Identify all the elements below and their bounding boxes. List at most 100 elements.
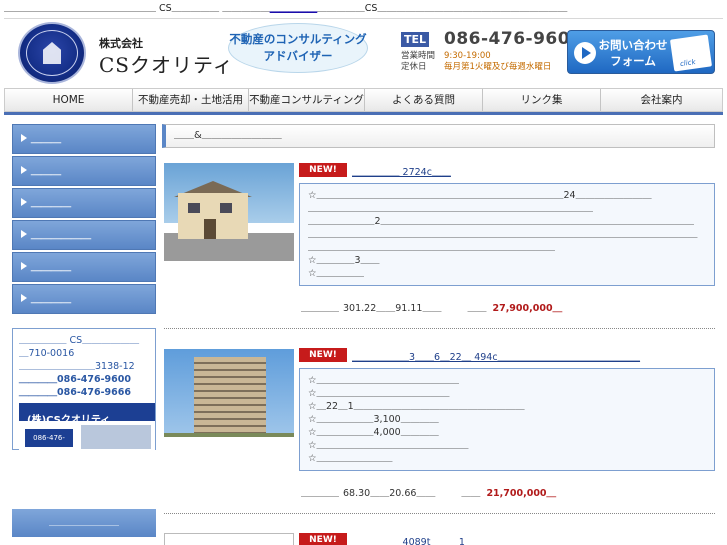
photo-window	[188, 203, 200, 213]
sidebar-bottom-button[interactable]: ＿＿＿＿＿＿＿	[12, 509, 156, 537]
nav-consulting[interactable]: 不動産コンサルティング	[249, 89, 365, 111]
nav-sale-land[interactable]: 不動産売却・土地活用	[133, 89, 249, 111]
contact-tel: ＿＿＿＿086-476-9600	[19, 374, 131, 385]
nav-faq[interactable]: よくある質問	[365, 89, 483, 111]
store-window	[81, 425, 151, 449]
photo-window	[220, 203, 232, 213]
listing-photo[interactable]	[164, 533, 294, 545]
photo-building	[194, 357, 266, 437]
listing-title[interactable]: ＿＿＿＿＿ 2724c＿＿	[352, 164, 451, 178]
hours-label-open: 営業時間	[401, 51, 436, 61]
arrow-right-icon	[21, 294, 27, 302]
desc-line: ☆＿＿＿＿＿＿4,000＿＿＿＿	[308, 427, 439, 438]
area-value: 68.30＿＿20.66＿＿	[343, 488, 436, 499]
new-badge: NEW!	[299, 348, 347, 362]
top-banner-text-before: ＿＿＿＿＿＿＿＿＿＿＿＿＿＿＿＿ CS＿＿＿＿＿ ＿＿＿＿＿	[4, 3, 270, 14]
listing-description: ☆＿＿＿＿＿＿＿＿＿＿＿＿＿＿＿ ☆＿＿＿＿＿＿＿＿＿＿＿＿＿＿ ☆＿22＿1＿…	[299, 368, 715, 471]
sidebar-item-5[interactable]: ＿＿＿＿	[12, 252, 156, 282]
area-value: 301.22＿＿91.11＿＿	[343, 303, 442, 314]
tel-number: 086-476-9600	[444, 29, 583, 49]
desc-line: ＿＿＿＿＿＿＿2＿＿＿＿＿＿＿＿＿＿＿＿＿＿＿＿＿＿＿＿＿＿＿＿＿＿＿＿＿＿＿＿…	[308, 216, 695, 227]
listing-price-row: ＿＿＿＿ 68.30＿＿20.66＿＿ ＿＿ 21,700,000＿	[301, 485, 556, 499]
top-banner-text: ＿＿＿＿＿＿＿＿＿＿＿＿＿＿＿＿ CS＿＿＿＿＿ ＿＿＿＿＿＿＿＿＿＿＿＿＿＿＿…	[4, 2, 724, 16]
sidebar-contact-box: ＿＿＿＿＿ CS＿＿＿＿＿＿ ＿710-0016 ＿＿＿＿＿＿＿＿3138-12…	[12, 328, 156, 451]
store-tel-sign: 086-476-9600	[25, 429, 73, 447]
play-arrow-icon	[574, 42, 596, 64]
hours-label-closed: 定休日	[401, 62, 427, 72]
listing-divider	[164, 513, 715, 514]
listing-title[interactable]: ＿＿＿＿＿ 4089t＿＿＿1＿＿	[352, 534, 484, 545]
price-label: ＿＿	[461, 488, 481, 499]
desc-line: ☆＿＿＿＿＿＿＿＿＿＿＿＿＿＿	[308, 388, 450, 399]
listing-divider	[164, 328, 715, 329]
listing-item: NEW! ＿＿＿＿＿ 4089t＿＿＿1＿＿	[164, 533, 715, 545]
company-seal-logo[interactable]	[18, 22, 86, 84]
photo-ground	[164, 433, 294, 437]
store-photo: (株)CSクオリティ 086-476-9600	[19, 403, 155, 451]
site-header: 株式会社 CSクオリティ 不動産のコンサルティング アドバイザー TEL 086…	[4, 18, 723, 86]
contact-form-button[interactable]: お問い合わせ フォーム click	[567, 30, 715, 74]
desc-line: ＿＿＿＿＿＿＿＿＿＿＿＿＿＿＿＿＿＿＿＿＿＿＿＿＿＿＿＿＿＿＿＿＿＿＿＿＿＿＿＿…	[308, 229, 698, 240]
desc-line: ☆＿＿＿＿＿＿＿＿	[308, 453, 393, 464]
contact-fax: ＿＿＿＿086-476-9666	[19, 387, 131, 398]
sidebar-item-1[interactable]: ＿＿＿	[12, 124, 156, 154]
sidebar-item-label: ＿＿＿＿	[31, 262, 71, 273]
desc-line: ☆＿＿＿＿＿＿＿＿＿＿＿＿＿＿＿＿＿＿＿＿＿＿＿＿＿＿24＿＿＿＿＿＿＿＿	[308, 190, 652, 201]
listing-description: ☆＿＿＿＿＿＿＿＿＿＿＿＿＿＿＿＿＿＿＿＿＿＿＿＿＿＿24＿＿＿＿＿＿＿＿ ＿＿…	[299, 183, 715, 286]
new-badge: NEW!	[299, 533, 347, 545]
store-sign: (株)CSクオリティ	[27, 415, 111, 426]
hours-values: 9:30-19:00 毎月第1火曜及び毎週水曜日	[444, 51, 551, 73]
contact-postal: ＿710-0016	[19, 348, 75, 359]
arrow-right-icon	[21, 198, 27, 206]
sidebar-menu: ＿＿＿ ＿＿＿ ＿＿＿＿ ＿＿＿＿＿＿ ＿＿＿＿ ＿＿＿＿	[12, 124, 156, 316]
contact-form-line2: フォーム	[610, 54, 656, 68]
hours-value-closed: 毎月第1火曜及び毎週水曜日	[444, 62, 552, 72]
sidebar-item-label: ＿＿＿＿	[31, 294, 71, 305]
arrow-right-icon	[21, 166, 27, 174]
sidebar-item-2[interactable]: ＿＿＿	[12, 156, 156, 186]
nav-underline	[4, 112, 723, 115]
nav-company[interactable]: 会社案内	[601, 89, 722, 111]
sidebar-item-3[interactable]: ＿＿＿＿	[12, 188, 156, 218]
desc-line: ☆＿＿＿＿＿＿＿＿＿＿＿＿＿＿＿＿	[308, 440, 469, 451]
main-nav: HOME 不動産売却・土地活用 不動産コンサルティング よくある質問 リンク集 …	[4, 88, 723, 112]
new-badge: NEW!	[299, 163, 347, 177]
contact-form-label: お問い合わせ フォーム	[598, 37, 668, 69]
sidebar-item-label: ＿＿＿	[31, 166, 61, 177]
desc-line: ＿＿＿＿＿＿＿＿＿＿＿＿＿＿＿＿＿＿＿＿＿＿＿＿＿＿	[308, 242, 556, 253]
catchphrase-bubble: 不動産のコンサルティング アドバイザー	[228, 23, 368, 73]
nav-home[interactable]: HOME	[5, 89, 133, 111]
listing-price-row: ＿＿＿＿ 301.22＿＿91.11＿＿ ＿＿ 27,900,000＿	[301, 300, 562, 314]
listing-item: NEW! ＿＿＿＿＿＿3＿＿6＿22＿ 494c＿＿＿＿＿＿＿＿＿＿＿＿＿＿＿ …	[164, 348, 715, 499]
catchphrase-line2: アドバイザー	[263, 49, 333, 63]
hours-labels: 営業時間 定休日	[401, 51, 435, 73]
nav-links[interactable]: リンク集	[483, 89, 601, 111]
desc-line: ☆＿＿＿＿＿＿3,100＿＿＿＿	[308, 414, 439, 425]
photo-door	[204, 219, 216, 239]
listing-item: NEW! ＿＿＿＿＿ 2724c＿＿ ☆＿＿＿＿＿＿＿＿＿＿＿＿＿＿＿＿＿＿＿＿…	[164, 163, 715, 314]
listing-photo[interactable]	[164, 349, 294, 437]
hours-value-open: 9:30-19:00	[444, 51, 491, 61]
arrow-right-icon	[21, 230, 27, 238]
desc-line: ☆＿22＿1＿＿＿＿＿＿＿＿＿＿＿＿＿＿＿＿＿＿	[308, 401, 525, 412]
catchphrase-line1: 不動産のコンサルティング	[229, 32, 367, 46]
tel-label: TEL	[401, 32, 430, 47]
desc-line: ☆＿＿＿＿＿＿＿＿＿＿＿＿＿＿＿	[308, 375, 460, 386]
contact-company: ＿＿＿＿＿ CS＿＿＿＿＿＿	[19, 335, 140, 346]
top-banner-text-after: ＿＿＿＿＿CS＿＿＿＿＿＿＿＿＿＿＿＿＿＿＿＿＿＿＿＿	[317, 3, 568, 14]
desc-line: ☆＿＿＿＿＿	[308, 268, 365, 279]
section-header: ＿＿&＿＿＿＿＿＿＿＿	[162, 124, 715, 148]
price-value: 21,700,000＿	[486, 488, 557, 499]
area-label: ＿＿＿＿	[301, 303, 340, 314]
company-name: CSクオリティ	[99, 53, 234, 77]
listing-title[interactable]: ＿＿＿＿＿＿3＿＿6＿22＿ 494c＿＿＿＿＿＿＿＿＿＿＿＿＿＿＿	[352, 349, 640, 363]
arrow-right-icon	[21, 262, 27, 270]
sidebar-item-4[interactable]: ＿＿＿＿＿＿	[12, 220, 156, 250]
top-banner-link[interactable]: ＿＿＿＿＿	[270, 3, 318, 14]
listing-photo[interactable]	[164, 163, 294, 261]
sidebar-item-label: ＿＿＿＿＿＿	[31, 230, 91, 241]
sidebar-item-6[interactable]: ＿＿＿＿	[12, 284, 156, 314]
price-label: ＿＿	[467, 303, 487, 314]
sidebar-item-label: ＿＿＿＿	[31, 198, 71, 209]
contact-address: ＿＿＿＿＿＿＿＿3138-12	[19, 361, 135, 372]
